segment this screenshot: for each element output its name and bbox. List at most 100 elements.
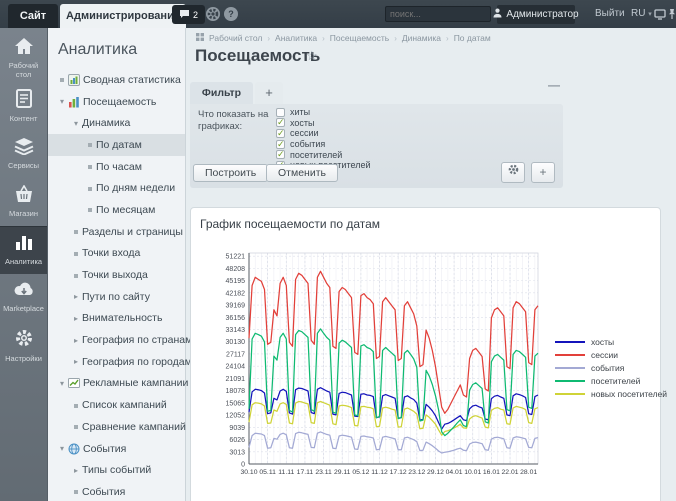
checkbox-row-hits[interactable]: хиты: [276, 107, 370, 118]
tab-filter[interactable]: Фильтр: [190, 82, 253, 104]
sidebar-item-tipy-sobytii[interactable]: ▸Типы событий: [48, 459, 185, 481]
filter-add-button[interactable]: +: [531, 162, 555, 183]
sidebar-item-poseshchaemost[interactable]: ▾Посещаемость: [48, 91, 185, 113]
filter-settings-button[interactable]: [501, 162, 525, 183]
legend-item: хосты: [555, 335, 667, 348]
rail-item-services[interactable]: Сервисы: [0, 130, 47, 178]
sidebar-item-sobytiya[interactable]: ▾События: [48, 438, 185, 460]
sidebar-item-vnimatelnost[interactable]: ▸Внимательность: [48, 308, 185, 330]
sidebar-item-tochki-vyhoda[interactable]: Точки выхода: [48, 264, 185, 286]
rail-item-analytics[interactable]: Аналитика: [0, 226, 47, 274]
notifications-button[interactable]: 2: [172, 5, 205, 24]
help-button[interactable]: ?: [224, 7, 238, 21]
collapse-filter-button[interactable]: —: [548, 78, 560, 92]
search-input[interactable]: [386, 9, 511, 19]
svg-text:33143: 33143: [226, 327, 246, 334]
campaigns-icon: [68, 377, 83, 389]
rail-item-content[interactable]: Контент: [0, 82, 47, 130]
checkbox-row-hosts[interactable]: ✓хосты: [276, 118, 370, 129]
question-icon: ?: [228, 9, 234, 19]
svg-text:15065: 15065: [226, 400, 246, 407]
sidebar-item-spisok-kampanii[interactable]: Список кампаний: [48, 394, 185, 416]
rail-item-label: Рабочий стол: [0, 62, 47, 79]
sidebar-item-reklamnye-kampanii[interactable]: ▾Рекламные кампании: [48, 373, 185, 395]
traffic-icon: [68, 96, 83, 108]
checked-checkbox-icon[interactable]: ✓: [276, 150, 285, 159]
quick-settings-button[interactable]: [206, 7, 220, 21]
svg-text:11.11: 11.11: [278, 469, 294, 476]
checkbox-label: события: [290, 139, 325, 149]
tab-site[interactable]: Сайт: [8, 4, 58, 28]
svg-text:05.11: 05.11: [259, 469, 276, 476]
breadcrumb-item[interactable]: Динамика: [402, 33, 441, 43]
sidebar-item-geografiya-po-gorodam[interactable]: ▸География по городам: [48, 351, 185, 373]
sidebar-item-puti-po-saitu[interactable]: ▸Пути по сайту: [48, 286, 185, 308]
svg-text:28.01: 28.01: [520, 469, 537, 476]
language-selector[interactable]: RU ▾: [631, 8, 652, 19]
favorite-star-icon[interactable]: ☆: [306, 48, 318, 64]
sidebar-item-label: Пути по сайту: [82, 291, 150, 303]
rail-item-settings[interactable]: Настройки: [0, 322, 47, 370]
checkbox-row-visitors[interactable]: ✓посетителей: [276, 149, 370, 160]
rail-item-desktop[interactable]: Рабочий стол: [0, 34, 47, 82]
checked-checkbox-icon[interactable]: ✓: [276, 118, 285, 127]
svg-text:10.01: 10.01: [464, 469, 481, 476]
unchecked-checkbox-icon[interactable]: [276, 108, 285, 117]
sidebar-item-label: Внимательность: [82, 312, 162, 324]
desktop-grid-icon: [196, 33, 204, 43]
sidebar-menu: Сводная статистика ▾Посещаемость▾Динамика…: [48, 69, 185, 501]
cancel-button[interactable]: Отменить: [266, 164, 338, 182]
pin-panel-button[interactable]: [668, 8, 676, 23]
bullet-icon: [70, 401, 82, 410]
sidebar-item-razdely-i-stranitsy[interactable]: Разделы и страницы: [48, 221, 185, 243]
checkbox-row-sessions[interactable]: ✓сессии: [276, 128, 370, 139]
svg-text:30.10: 30.10: [240, 469, 257, 476]
checkbox-label: хиты: [290, 107, 310, 117]
sidebar-item-label: По датам: [96, 139, 142, 151]
sidebar-item-geografiya-po-stranam[interactable]: ▸География по странам: [48, 329, 185, 351]
sidebar-item-po-dnyam-nedeli[interactable]: По дням недели: [48, 177, 185, 199]
legend-item: новых посетителей: [555, 387, 667, 400]
logout-link[interactable]: Выйти: [595, 8, 625, 19]
site-view-button[interactable]: [654, 9, 666, 23]
pin-icon: [668, 12, 676, 23]
sidebar-item-sravnenie-kampanii[interactable]: Сравнение кампаний: [48, 416, 185, 438]
breadcrumb-item[interactable]: Рабочий стол: [209, 33, 262, 43]
chevron-right-icon: ▸: [70, 357, 82, 366]
checkbox-row-events[interactable]: ✓ события: [276, 139, 370, 150]
chevron-down-icon: ▾: [56, 97, 68, 106]
bullet-icon: [70, 487, 82, 496]
sidebar-item-label: Разделы и страницы: [82, 226, 183, 238]
sidebar-item-dinamika[interactable]: ▾Динамика: [48, 112, 185, 134]
notifications-count: 2: [193, 10, 198, 20]
chat-bubble-icon: [179, 9, 190, 21]
breadcrumb-separator: ›: [446, 34, 449, 43]
checked-checkbox-icon[interactable]: ✓: [276, 140, 285, 149]
bullet-icon: [70, 249, 82, 258]
rail-item-marketplace[interactable]: Marketplace: [0, 274, 47, 322]
sidebar-item-po-mesyatsam[interactable]: По месяцам: [48, 199, 185, 221]
chevron-right-icon: ▸: [70, 292, 82, 301]
rail-item-store[interactable]: Магазин: [0, 178, 47, 226]
user-menu-button[interactable]: Администратор: [497, 5, 575, 24]
build-button[interactable]: Построить: [193, 164, 268, 182]
svg-text:18078: 18078: [226, 388, 246, 395]
svg-text:05.12: 05.12: [352, 469, 369, 476]
sidebar-item-po-chasam[interactable]: По часам: [48, 156, 185, 178]
checked-checkbox-icon[interactable]: ✓: [276, 129, 285, 138]
sidebar-item-label: Сводная статистика: [83, 74, 181, 86]
svg-text:24104: 24104: [226, 364, 246, 371]
breadcrumb-item[interactable]: Аналитика: [275, 33, 317, 43]
sidebar-item-svodnaya-statistika[interactable]: Сводная статистика: [48, 69, 185, 91]
add-filter-tab[interactable]: +: [255, 82, 283, 104]
tab-admin[interactable]: Администрирование: [60, 4, 186, 28]
sidebar-item-sobytiya-list[interactable]: События: [48, 481, 185, 501]
svg-text:12052: 12052: [226, 413, 246, 420]
sidebar-item-tochki-vhoda[interactable]: Точки входа: [48, 243, 185, 265]
breadcrumb-item[interactable]: По датам: [454, 33, 491, 43]
sidebar-item-po-datam[interactable]: По датам: [48, 134, 185, 156]
breadcrumb-separator: ›: [267, 34, 270, 43]
breadcrumb-item[interactable]: Посещаемость: [330, 33, 389, 43]
sidebar-item-label: По часам: [96, 161, 142, 173]
legend-line-swatch: [555, 393, 585, 395]
